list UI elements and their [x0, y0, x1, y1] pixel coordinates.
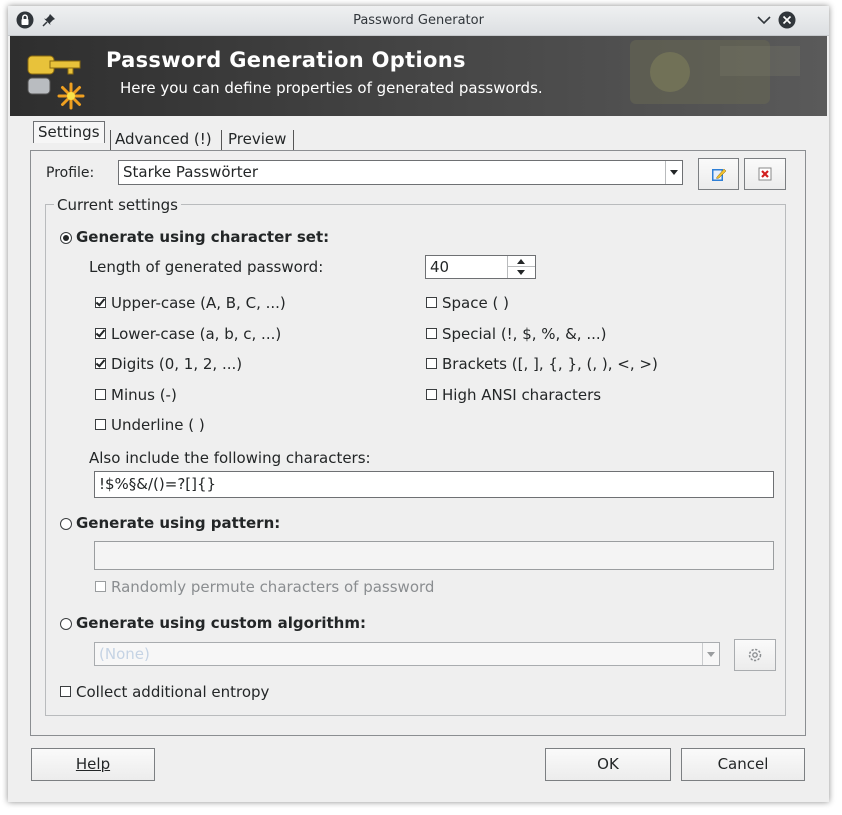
- banner-watermark-icon: [630, 40, 800, 104]
- lowercase-checkbox[interactable]: [95, 328, 106, 339]
- profile-select[interactable]: Starke Passwörter: [118, 160, 683, 185]
- delete-icon: [758, 167, 772, 181]
- ok-button[interactable]: OK: [545, 748, 671, 781]
- tab-divider: [293, 130, 294, 150]
- tab-preview[interactable]: Preview: [224, 129, 290, 150]
- spin-up-icon[interactable]: [517, 259, 525, 264]
- spin-down-icon[interactable]: [517, 270, 525, 275]
- uppercase-checkbox[interactable]: [95, 297, 106, 308]
- pattern-radio-label: Generate using pattern:: [76, 514, 281, 532]
- minus-checkbox[interactable]: [95, 389, 106, 400]
- length-value: 40: [430, 258, 450, 276]
- chevron-down-icon[interactable]: [702, 643, 719, 665]
- pattern-input[interactable]: [94, 541, 774, 570]
- digits-checkbox[interactable]: [95, 358, 106, 369]
- permute-label: Randomly permute characters of password: [111, 578, 435, 596]
- also-include-input[interactable]: !$%§&/()=?[]{}: [94, 471, 774, 498]
- permute-checkbox[interactable]: [95, 581, 106, 592]
- key-star-icon: [27, 55, 85, 110]
- banner-subtitle: Here you can define properties of genera…: [120, 79, 543, 97]
- profile-label: Profile:: [46, 165, 95, 181]
- cancel-button[interactable]: Cancel: [681, 748, 805, 781]
- help-button[interactable]: Help: [31, 748, 155, 781]
- window-title: Password Generator: [353, 13, 484, 28]
- charset-radio-label: Generate using character set:: [76, 228, 330, 246]
- custom-algorithm-radio-label: Generate using custom algorithm:: [76, 614, 366, 632]
- brackets-checkbox[interactable]: [426, 358, 437, 369]
- edit-icon: [711, 168, 726, 181]
- also-include-label: Also include the following characters:: [89, 449, 371, 467]
- gear-icon: [748, 648, 762, 662]
- tab-advanced[interactable]: Advanced (!): [111, 129, 216, 150]
- tab-panel-edge: [30, 150, 34, 734]
- current-settings-title: Current settings: [54, 196, 181, 214]
- minimize-chevron-icon[interactable]: [755, 11, 773, 29]
- length-label: Length of generated password:: [89, 258, 324, 276]
- space-checkbox[interactable]: [426, 297, 437, 308]
- digits-label: Digits (0, 1, 2, ...): [111, 355, 243, 373]
- algorithm-options-button[interactable]: [734, 639, 776, 671]
- help-button-label: Help: [75, 755, 111, 773]
- banner-title: Password Generation Options: [106, 48, 466, 72]
- charset-radio[interactable]: [60, 232, 72, 244]
- special-checkbox[interactable]: [426, 328, 437, 339]
- spin-buttons[interactable]: [507, 256, 535, 278]
- chevron-down-icon[interactable]: [665, 161, 682, 184]
- special-label: Special (!, $, %, &, ...): [442, 325, 607, 343]
- algorithm-value: (None): [99, 645, 150, 663]
- brackets-label: Brackets ([, ], {, }, (, ), <, >): [442, 355, 658, 373]
- underline-checkbox[interactable]: [95, 419, 106, 430]
- tab-settings[interactable]: Settings: [33, 121, 105, 143]
- algorithm-select[interactable]: (None): [94, 642, 720, 666]
- entropy-checkbox[interactable]: [60, 686, 71, 697]
- uppercase-label: Upper-case (A, B, C, ...): [111, 294, 286, 312]
- high-ansi-checkbox[interactable]: [426, 389, 437, 400]
- pattern-radio[interactable]: [60, 518, 72, 530]
- minus-label: Minus (-): [111, 386, 177, 404]
- underline-label: Underline ( ): [111, 416, 205, 434]
- header-banner: Password Generation Options Here you can…: [10, 36, 827, 116]
- space-label: Space ( ): [442, 294, 509, 312]
- delete-profile-button[interactable]: [744, 158, 786, 190]
- high-ansi-label: High ANSI characters: [442, 386, 602, 404]
- save-profile-button[interactable]: [698, 158, 739, 190]
- lowercase-label: Lower-case (a, b, c, ...): [111, 325, 282, 343]
- entropy-label: Collect additional entropy: [76, 683, 270, 701]
- profile-value: Starke Passwörter: [123, 163, 258, 181]
- tab-divider: [221, 130, 222, 150]
- length-spinbox[interactable]: 40: [425, 255, 536, 279]
- custom-algorithm-radio[interactable]: [60, 618, 72, 630]
- close-icon[interactable]: [778, 11, 796, 29]
- title-bar: Password Generator: [8, 6, 829, 36]
